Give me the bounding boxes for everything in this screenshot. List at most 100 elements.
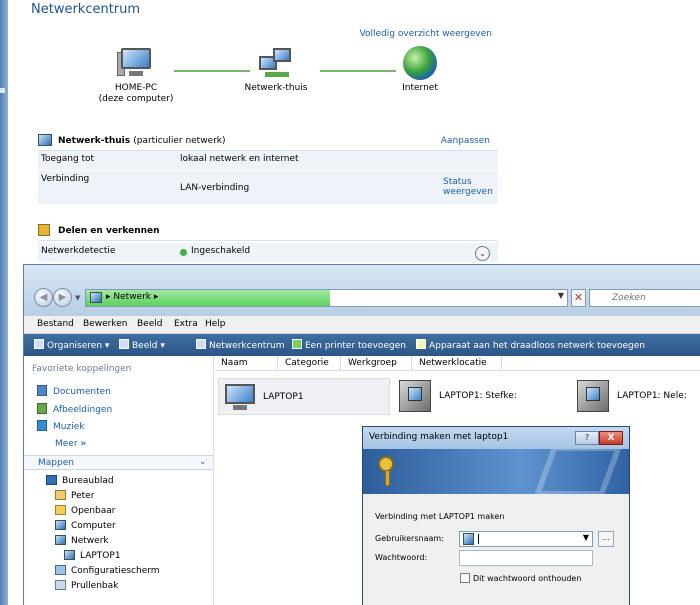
add-wireless-device-label: Apparaat aan het draadloos netwerk toevo… bbox=[429, 341, 645, 351]
tree-item-desktop[interactable]: Bureaublad bbox=[46, 475, 114, 486]
network-item-share-nele[interactable]: LAPTOP1: Nele: bbox=[574, 378, 700, 415]
tree-item-peter[interactable]: Peter bbox=[55, 490, 94, 501]
network-icon bbox=[55, 535, 66, 545]
remember-password-checkbox[interactable]: Dit wachtwoord onthouden bbox=[460, 573, 581, 583]
tree-item-laptop1[interactable]: LAPTOP1 bbox=[64, 550, 121, 561]
favorite-documents[interactable]: Documenten bbox=[37, 385, 111, 397]
username-dropdown-icon[interactable]: ▼ bbox=[583, 533, 589, 542]
dialog-title: Verbinding maken met laptop1 bbox=[369, 432, 509, 442]
node-name: Netwerk-thuis bbox=[244, 83, 308, 93]
node-internet[interactable]: Internet bbox=[384, 46, 456, 94]
menu-edit[interactable]: Bewerken bbox=[83, 319, 127, 329]
tree-label: Computer bbox=[71, 521, 116, 531]
view-label: Beeld bbox=[132, 341, 158, 351]
address-bar[interactable]: ▸ Netwerk ▸ ▼ bbox=[85, 289, 568, 307]
command-bar: Organiseren ▾ Beeld ▾ Netwerkcentrum Een… bbox=[24, 334, 700, 356]
shared-folder-icon bbox=[577, 380, 609, 412]
add-printer-label: Een printer toevoegen bbox=[305, 341, 406, 351]
dialog-banner bbox=[363, 449, 629, 494]
username-field[interactable]: ▼ bbox=[459, 531, 593, 547]
search-input[interactable] bbox=[590, 290, 700, 306]
organize-label: Organiseren bbox=[47, 341, 103, 351]
navigation-pane: Favoriete koppelingen Documenten Afbeeld… bbox=[24, 356, 214, 605]
view-status-link[interactable]: Status weergeven bbox=[443, 177, 493, 197]
network-icon bbox=[90, 292, 102, 303]
menu-view[interactable]: Beeld bbox=[137, 319, 162, 329]
folder-icon bbox=[55, 505, 66, 515]
browse-button[interactable]: … bbox=[598, 531, 614, 547]
folders-header[interactable]: Mappen ⌄ bbox=[24, 455, 213, 470]
network-icon bbox=[196, 339, 206, 349]
address-dropdown-icon[interactable]: ▼ bbox=[558, 291, 564, 300]
tree-label: Bureaublad bbox=[62, 476, 114, 486]
chevron-down-icon[interactable]: ⌄ bbox=[475, 246, 490, 261]
password-label: Wachtwoord: bbox=[375, 553, 428, 562]
recent-pages-dropdown[interactable]: ▼ bbox=[75, 294, 80, 302]
user-folder-icon bbox=[55, 490, 66, 500]
organize-button[interactable]: Organiseren ▾ bbox=[34, 339, 109, 351]
node-network[interactable]: Netwerk-thuis bbox=[236, 46, 316, 94]
menu-help[interactable]: Help bbox=[205, 319, 226, 329]
tree-item-recycle-bin[interactable]: Prullenbak bbox=[55, 580, 118, 591]
column-network-location[interactable]: Netwerklocatie bbox=[419, 358, 487, 368]
sort-arrow-icon: ^ bbox=[455, 353, 461, 361]
network-item-laptop1[interactable]: LAPTOP1 bbox=[218, 378, 390, 415]
control-panel-icon bbox=[55, 565, 66, 575]
page-title: Netwerkcentrum bbox=[31, 2, 141, 17]
more-link[interactable]: Meer » bbox=[55, 439, 86, 449]
status-link-line1[interactable]: Status bbox=[443, 177, 493, 187]
tree-item-network[interactable]: Netwerk bbox=[55, 535, 109, 546]
desktop-icon bbox=[46, 475, 57, 485]
add-wireless-device-button[interactable]: Apparaat aan het draadloos netwerk toevo… bbox=[416, 339, 645, 351]
close-button[interactable]: X bbox=[599, 431, 623, 445]
menu-file[interactable]: Bestand bbox=[37, 319, 74, 329]
help-button[interactable]: ? bbox=[575, 431, 599, 445]
password-field[interactable] bbox=[459, 550, 593, 566]
connect-dialog: Verbinding maken met laptop1 ? X Verbind… bbox=[362, 426, 630, 605]
favorite-pictures[interactable]: Afbeeldingen bbox=[37, 403, 112, 415]
tree-label: Prullenbak bbox=[71, 581, 119, 591]
forward-button[interactable]: ▶ bbox=[53, 288, 72, 307]
column-workgroup[interactable]: Werkgroep bbox=[348, 358, 397, 368]
tree-item-public[interactable]: Openbaar bbox=[55, 505, 115, 516]
globe-icon bbox=[403, 46, 437, 80]
stop-button[interactable]: ✕ bbox=[571, 289, 586, 307]
column-category[interactable]: Categorie bbox=[285, 358, 329, 368]
tree-label: LAPTOP1 bbox=[80, 551, 121, 561]
menu-bar: Bestand Bewerken Beeld Extra Help bbox=[24, 316, 700, 334]
tree-item-computer[interactable]: Computer bbox=[55, 520, 116, 531]
desktop-edge bbox=[0, 0, 8, 605]
status-link-line2[interactable]: weergeven bbox=[443, 187, 493, 197]
column-headers: Naam Categorie Werkgroep Netwerklocatie … bbox=[215, 353, 700, 371]
node-name: Internet bbox=[402, 83, 438, 93]
tree-label: Openbaar bbox=[71, 506, 116, 516]
menu-tools[interactable]: Extra bbox=[174, 319, 198, 329]
customize-link[interactable]: Aanpassen bbox=[441, 136, 490, 146]
network-center-panel: Netwerkcentrum Volledig overzicht weerge… bbox=[8, 0, 700, 270]
folders-title: Mappen bbox=[38, 458, 74, 468]
dialog-title-bar[interactable]: Verbinding maken met laptop1 ? X bbox=[363, 427, 629, 449]
network-item-share-stefke[interactable]: LAPTOP1: Stefke: bbox=[396, 378, 561, 415]
view-button[interactable]: Beeld ▾ bbox=[119, 339, 165, 351]
node-this-computer[interactable]: HOME-PC (deze computer) bbox=[96, 46, 176, 105]
search-box[interactable] bbox=[589, 289, 700, 307]
back-button[interactable]: ◀ bbox=[34, 288, 53, 307]
column-name[interactable]: Naam bbox=[221, 358, 248, 368]
add-printer-button[interactable]: Een printer toevoegen bbox=[292, 339, 406, 351]
username-label: Gebruikersnaam: bbox=[375, 534, 444, 543]
checkbox-box[interactable] bbox=[460, 573, 470, 583]
computer-icon bbox=[64, 550, 75, 560]
full-map-link[interactable]: Volledig overzicht weergeven bbox=[360, 29, 492, 39]
connection-label: Verbinding bbox=[41, 174, 90, 184]
keys-icon bbox=[374, 454, 404, 488]
chevron-down-icon: ⌄ bbox=[199, 457, 207, 467]
shared-folder-icon bbox=[399, 380, 431, 412]
dialog-message: Verbinding met LAPTOP1 maken bbox=[375, 512, 505, 521]
tree-item-control-panel[interactable]: Configuratiescherm bbox=[55, 565, 160, 576]
item-label: LAPTOP1 bbox=[263, 392, 304, 402]
more-label: Meer bbox=[55, 439, 78, 449]
network-center-button[interactable]: Netwerkcentrum bbox=[196, 339, 285, 351]
wireless-device-icon bbox=[416, 339, 426, 349]
breadcrumb-network[interactable]: Netwerk bbox=[113, 292, 151, 302]
favorite-music[interactable]: Muziek bbox=[37, 420, 84, 432]
